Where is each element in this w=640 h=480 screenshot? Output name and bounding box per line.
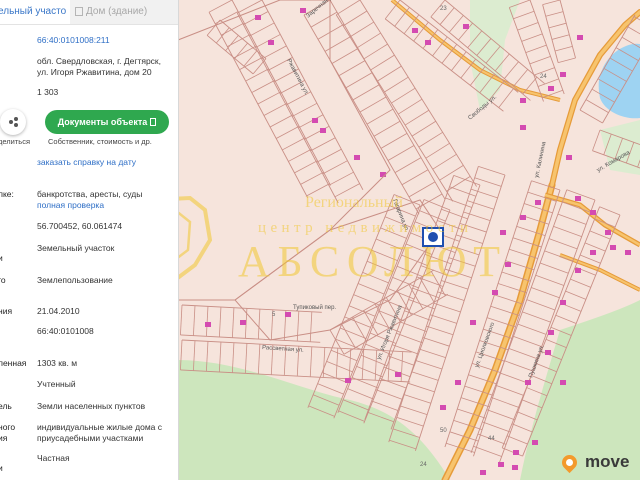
building [480, 470, 486, 475]
building [605, 230, 611, 235]
building [205, 322, 211, 327]
logo-text: move [585, 452, 630, 471]
building [240, 320, 246, 325]
checks-label: лке: [0, 189, 14, 199]
building [545, 350, 551, 355]
building [395, 372, 401, 377]
building [492, 290, 498, 295]
share-button[interactable] [0, 109, 26, 135]
tab-house[interactable]: Дом (здание) [70, 0, 178, 24]
documents-subtitle: Собственник, стоимость и др. [48, 137, 152, 146]
building [470, 320, 476, 325]
row-label: ния [0, 306, 13, 316]
row-value: Учтенный [37, 379, 76, 389]
row-label: и [0, 253, 3, 264]
building [312, 118, 318, 123]
building [525, 380, 531, 385]
building [520, 98, 526, 103]
building-icon [75, 7, 83, 16]
building [498, 462, 504, 467]
order-certificate-link[interactable]: заказать справку на дату [37, 157, 136, 168]
share-label: делиться [0, 137, 31, 146]
full-check-link[interactable]: полная проверка [37, 200, 104, 211]
row-label: го [0, 275, 6, 285]
address-line2: ул. Игоря Ржавитина, дом 20 [37, 67, 152, 77]
parcel-number: 50 [440, 428, 447, 434]
building [566, 155, 572, 160]
building [285, 312, 291, 317]
building [575, 268, 581, 273]
row-value: Частная [37, 453, 70, 463]
row-label: ия [0, 433, 8, 443]
building [455, 380, 461, 385]
building [532, 440, 538, 445]
row-value: индивидуальные жилые дома с [37, 422, 162, 432]
building [300, 8, 306, 13]
building [412, 28, 418, 33]
building [577, 35, 583, 40]
row-value: Земельный участок [37, 243, 115, 253]
parcel-number: 44 [488, 436, 495, 442]
document-icon [150, 118, 157, 126]
building [520, 125, 526, 130]
area-short: 1 303 [37, 87, 59, 97]
building [440, 405, 446, 410]
building [512, 465, 518, 470]
row-value[interactable]: 66:40:0101008 [37, 326, 94, 337]
building [513, 450, 519, 455]
row-label: и [0, 463, 3, 474]
building [560, 300, 566, 305]
movo-logo[interactable]: move [558, 451, 634, 474]
building [560, 72, 566, 77]
location-pin-icon [558, 451, 581, 474]
address-line1: обл. Свердловская, г. Дегтярск, [37, 56, 162, 66]
building [345, 378, 351, 383]
parcel-number: 24 [540, 74, 547, 80]
building [500, 230, 506, 235]
building [610, 245, 616, 250]
documents-button-label: Документы объекта [57, 117, 148, 127]
tab-house-label: Дом (здание) [86, 6, 148, 17]
building [255, 15, 261, 20]
documents-button[interactable]: Документы объекта [45, 110, 169, 134]
selected-parcel-marker[interactable] [422, 227, 444, 247]
row-label: ленная [0, 358, 27, 368]
building [548, 330, 554, 335]
building [505, 262, 511, 267]
checks-value: банкротства, аресты, суды [37, 189, 143, 199]
row-value: 21.04.2010 [37, 306, 80, 316]
building [575, 196, 581, 201]
building [590, 250, 596, 255]
building [320, 128, 326, 133]
building [354, 155, 360, 160]
coordinates: 56.700452, 60.061474 [37, 221, 123, 231]
building [590, 210, 596, 215]
building [535, 200, 541, 205]
building [548, 86, 554, 91]
tab-bar: ельный участок Дом (здание) [0, 0, 178, 25]
building [625, 250, 631, 255]
street-label: Тупиковый пер. [293, 304, 336, 311]
row-label: ного [0, 422, 16, 432]
cadastral-number[interactable]: 66:40:0101008:211 [37, 35, 110, 46]
row-value: Земли населенных пунктов [37, 401, 146, 411]
building [268, 40, 274, 45]
row-value: Землепользование [37, 275, 113, 285]
row-label: ель [0, 401, 12, 411]
parcel-number: 24 [420, 462, 427, 468]
building [520, 215, 526, 220]
building [463, 24, 469, 29]
info-panel: ельный участок Дом (здание) 66:40:010100… [0, 0, 179, 480]
row-value: приусадебными участками [37, 433, 144, 443]
building [560, 380, 566, 385]
tab-land-plot[interactable]: ельный участок [0, 0, 66, 24]
building [425, 40, 431, 45]
row-value: 1303 кв. м [37, 358, 78, 368]
parcel-number: 23 [440, 6, 447, 12]
